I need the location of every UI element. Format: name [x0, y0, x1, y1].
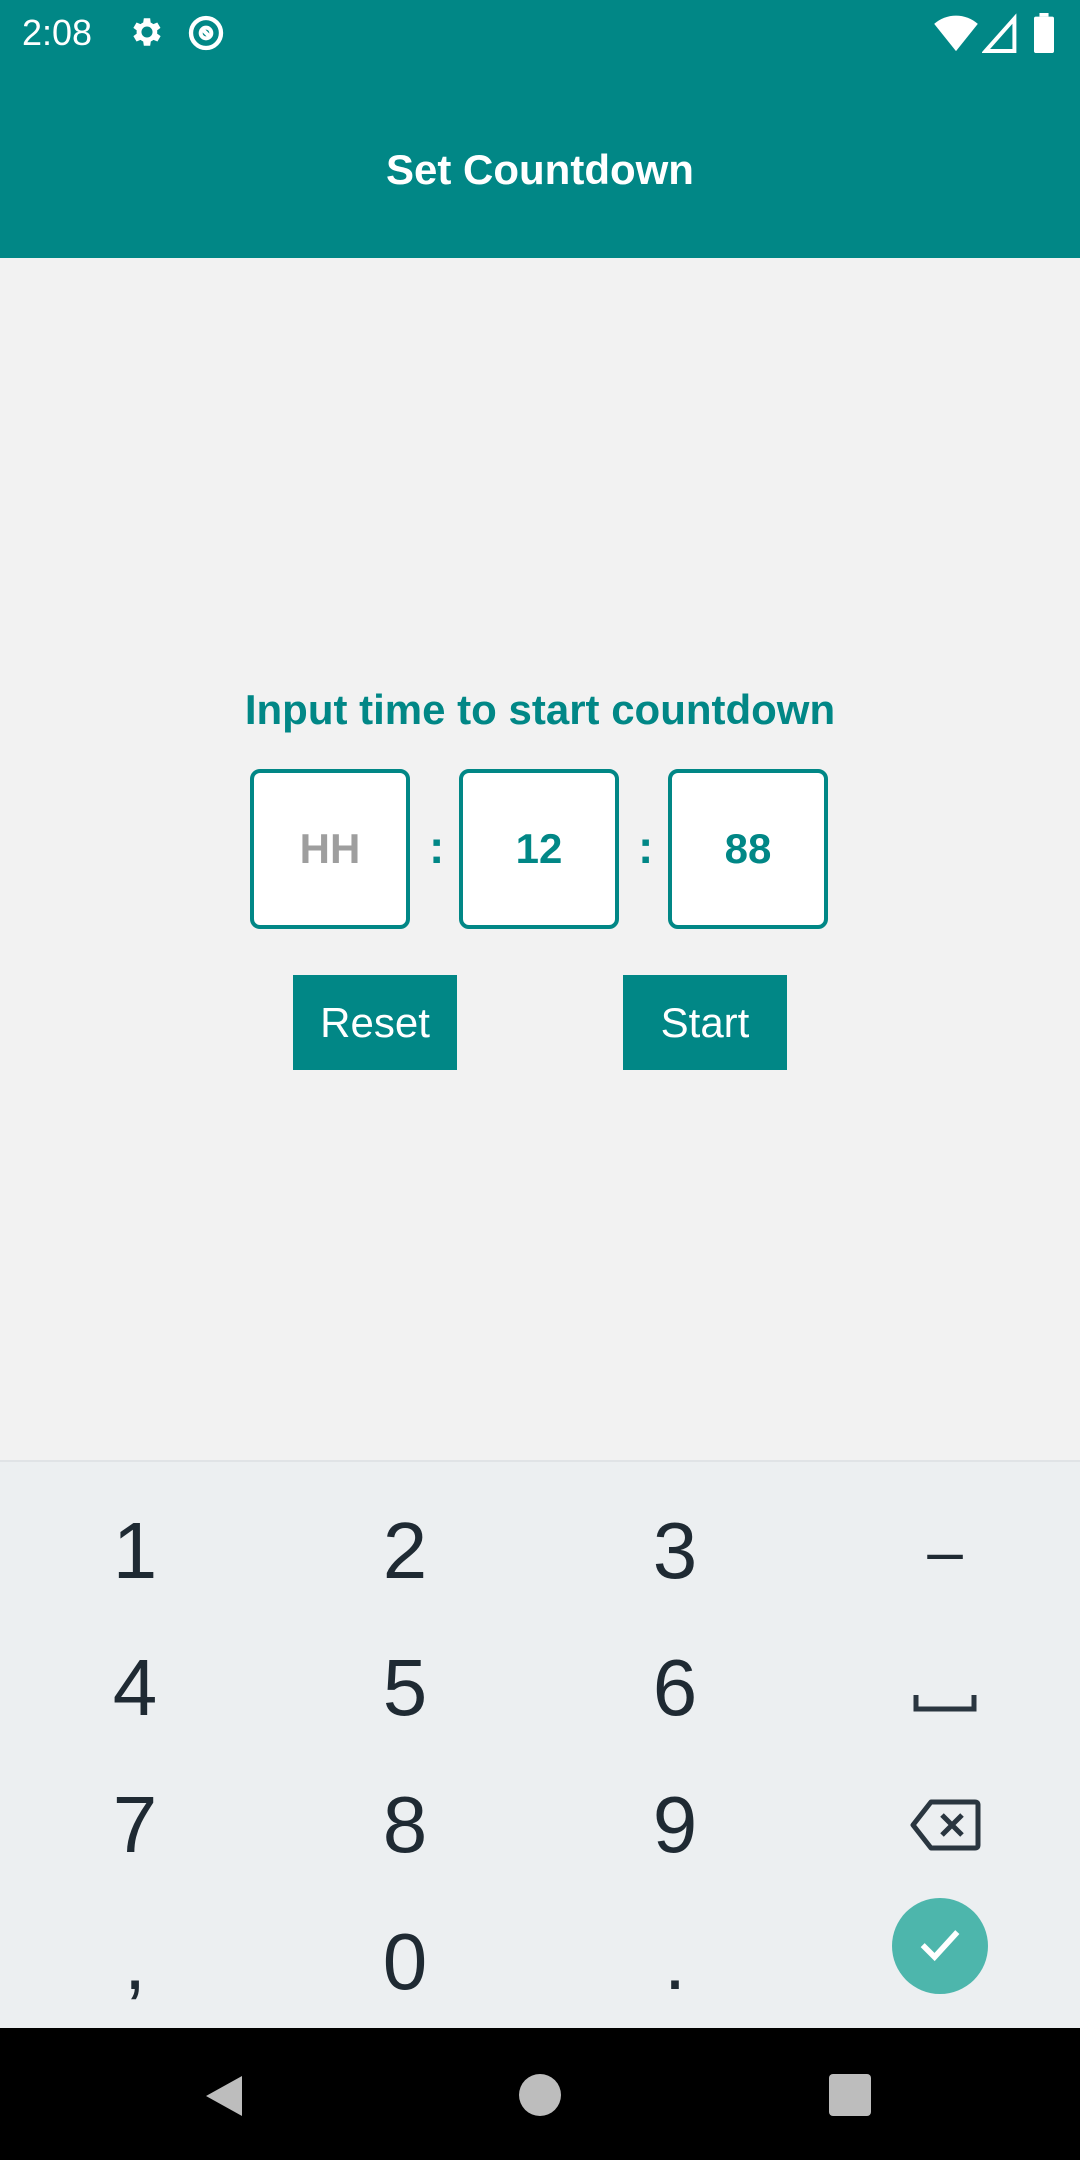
back-icon[interactable] — [202, 2072, 246, 2125]
key-0[interactable]: 0 — [270, 1893, 540, 2030]
reset-button[interactable]: Reset — [293, 975, 457, 1070]
minutes-input[interactable]: 12 — [459, 769, 619, 929]
space-key[interactable] — [810, 1619, 1080, 1756]
wifi-icon — [934, 13, 978, 58]
minutes-value: 12 — [515, 825, 563, 872]
backspace-key[interactable] — [810, 1756, 1080, 1893]
seconds-value: 88 — [724, 825, 772, 872]
key-3[interactable]: 3 — [540, 1482, 810, 1619]
key-2[interactable]: 2 — [270, 1482, 540, 1619]
backspace-icon — [909, 1779, 981, 1871]
countdown-prompt: Input time to start countdown — [244, 686, 836, 733]
time-separator: : — [429, 821, 445, 873]
status-bar: 2:08 — [0, 0, 1080, 66]
app-bar: Set Countdown — [0, 66, 1080, 258]
at-icon — [186, 13, 226, 58]
done-button[interactable] — [892, 1898, 988, 1994]
hours-placeholder: HH — [299, 825, 361, 872]
status-time: 2:08 — [22, 12, 93, 53]
key-comma[interactable]: , — [0, 1893, 270, 2030]
signal-icon — [981, 13, 1018, 58]
key-period[interactable]: . — [540, 1893, 810, 2030]
hours-input[interactable]: HH — [250, 769, 410, 929]
key-9[interactable]: 9 — [540, 1756, 810, 1893]
home-icon[interactable] — [518, 2073, 562, 2122]
page-title: Set Countdown — [386, 146, 694, 193]
key-minus[interactable]: – — [810, 1482, 1080, 1619]
key-8[interactable]: 8 — [270, 1756, 540, 1893]
key-1[interactable]: 1 — [0, 1482, 270, 1619]
check-icon — [914, 1918, 966, 1975]
key-7[interactable]: 7 — [0, 1756, 270, 1893]
key-5[interactable]: 5 — [270, 1619, 540, 1756]
start-button[interactable]: Start — [623, 975, 787, 1070]
time-separator: : — [638, 821, 654, 873]
seconds-input[interactable]: 88 — [668, 769, 828, 929]
gear-icon — [128, 13, 166, 56]
battery-icon — [1032, 13, 1056, 58]
navigation-bar — [0, 2028, 1080, 2160]
recents-icon[interactable] — [829, 2074, 871, 2121]
key-6[interactable]: 6 — [540, 1619, 810, 1756]
space-icon — [913, 1642, 977, 1734]
key-4[interactable]: 4 — [0, 1619, 270, 1756]
